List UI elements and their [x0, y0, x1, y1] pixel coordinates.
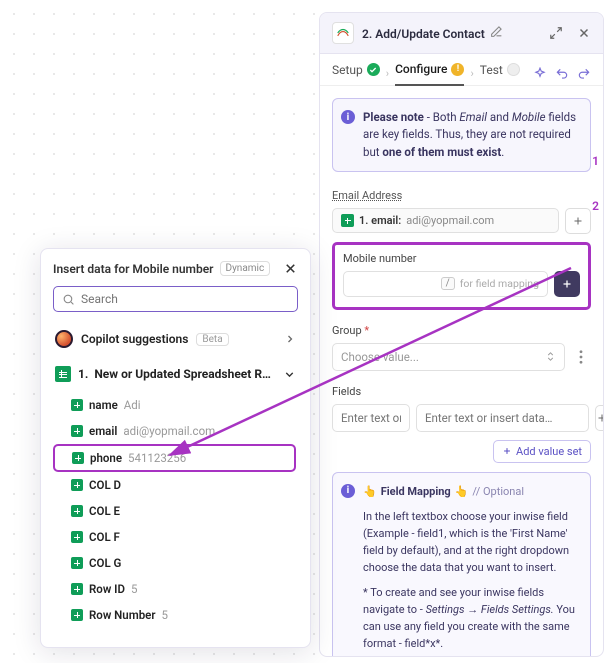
- panel-body: i Please note - Both Email and Mobile fi…: [320, 86, 603, 656]
- search-icon: [62, 293, 75, 306]
- check-icon: [367, 63, 380, 76]
- close-icon[interactable]: [577, 26, 591, 40]
- tab-setup[interactable]: Setup: [332, 63, 380, 85]
- search-input[interactable]: [53, 286, 298, 312]
- sheets-icon: [341, 214, 354, 227]
- tab-test[interactable]: Test: [480, 63, 520, 85]
- tabs-bar: Setup › Configure ! › Test: [320, 54, 603, 86]
- email-field-block: Email Address 1. email: adi@yopmail.com: [332, 188, 591, 234]
- app-icon: [332, 22, 354, 44]
- sheets-icon: [71, 425, 83, 437]
- chevron-down-icon: [283, 368, 296, 381]
- list-item[interactable]: email adi@yopmail.com: [53, 418, 296, 444]
- list-item[interactable]: COL E: [53, 498, 296, 524]
- fields-add-button[interactable]: [595, 405, 603, 431]
- source-row[interactable]: 1. New or Updated Spreadsheet Row…: [53, 362, 298, 386]
- expand-icon[interactable]: [549, 26, 563, 40]
- group-label: Group *: [332, 324, 591, 337]
- group-select[interactable]: Choose value...: [332, 343, 565, 371]
- panel-title: 2. Add/Update Contact: [362, 25, 535, 41]
- sheets-icon: [71, 479, 83, 491]
- callout-2: 2: [592, 199, 599, 213]
- mobile-label: Mobile number: [343, 252, 417, 265]
- fields-value-input[interactable]: [416, 404, 589, 432]
- info-icon: i: [341, 484, 355, 498]
- beta-badge: Beta: [196, 333, 228, 346]
- step-config-panel: 2. Add/Update Contact Setup › Configure …: [319, 12, 604, 657]
- list-item[interactable]: Row ID 5: [53, 576, 296, 602]
- note-box: i Please note - Both Email and Mobile fi…: [332, 98, 591, 172]
- copilot-suggestions-row[interactable]: Copilot suggestions Beta: [53, 326, 298, 352]
- chevron-right-icon: ›: [470, 67, 473, 80]
- list-item[interactable]: COL G: [53, 550, 296, 576]
- sheets-icon: [71, 609, 83, 621]
- pending-icon: [507, 63, 520, 76]
- undo-icon[interactable]: [555, 67, 569, 81]
- list-item[interactable]: phone 541123256: [53, 444, 296, 472]
- list-item[interactable]: name Adi: [53, 392, 296, 418]
- ai-icon[interactable]: [533, 67, 547, 81]
- select-caret-icon: [545, 351, 556, 362]
- list-item[interactable]: Row Number 5: [53, 602, 296, 628]
- insert-data-popover: Insert data for Mobile number Dynamic Co…: [40, 248, 311, 648]
- sheets-icon: [55, 366, 71, 382]
- mobile-field-block: Mobile number / for field mapping: [332, 242, 591, 310]
- chevron-right-icon: ›: [386, 67, 389, 80]
- info-icon: i: [341, 110, 355, 124]
- sheets-icon: [71, 531, 83, 543]
- sheets-icon: [71, 399, 83, 411]
- dynamic-badge: Dynamic: [220, 261, 271, 276]
- list-item[interactable]: COL F: [53, 524, 296, 550]
- fields-label: Fields: [332, 385, 591, 398]
- field-mapping-help: i 👆 Field Mapping 👆 // Optional In the l…: [332, 472, 591, 656]
- fields-key-input[interactable]: [332, 404, 410, 432]
- email-chip[interactable]: 1. email: adi@yopmail.com: [332, 208, 559, 233]
- add-value-set-button[interactable]: Add value set: [493, 440, 591, 463]
- close-icon[interactable]: [283, 261, 298, 276]
- callout-1: 1: [592, 154, 599, 168]
- field-list: name Adiemail adi@yopmail.comphone 54112…: [53, 392, 298, 635]
- chevron-right-icon: [284, 333, 296, 345]
- slash-key-icon: /: [441, 277, 455, 290]
- email-add-button[interactable]: [565, 208, 591, 234]
- sheets-icon: [71, 583, 83, 595]
- warning-icon: !: [451, 63, 464, 76]
- panel-header: 2. Add/Update Contact: [320, 13, 603, 54]
- group-menu-button[interactable]: [571, 344, 591, 370]
- redo-icon[interactable]: [577, 67, 591, 81]
- search-field[interactable]: [81, 292, 289, 306]
- email-label: Email Address: [332, 189, 402, 202]
- list-item[interactable]: COL D: [53, 472, 296, 498]
- edit-title-icon[interactable]: [490, 25, 503, 38]
- popover-title: Insert data for Mobile number: [53, 262, 214, 276]
- sheets-icon: [71, 505, 83, 517]
- copilot-avatar-icon: [55, 330, 73, 348]
- sheets-icon: [71, 557, 83, 569]
- mobile-add-button[interactable]: [554, 271, 580, 297]
- tab-configure[interactable]: Configure !: [395, 62, 464, 86]
- sheets-icon: [72, 452, 84, 464]
- mobile-input[interactable]: / for field mapping: [343, 271, 548, 297]
